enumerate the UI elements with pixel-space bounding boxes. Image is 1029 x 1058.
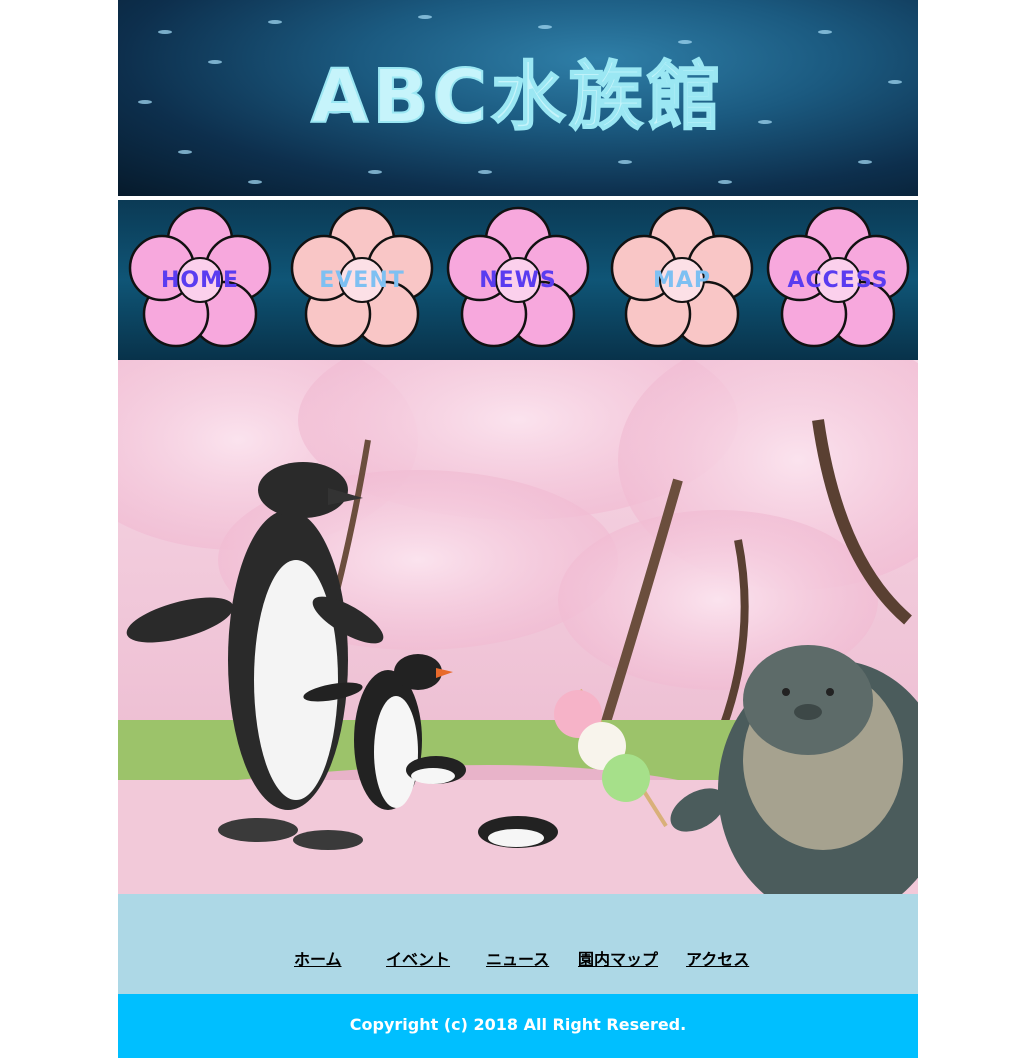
header-banner: ABC水族館 xyxy=(118,0,918,196)
footer-link-home[interactable]: ホーム xyxy=(294,946,342,970)
footer-link-event[interactable]: イベント xyxy=(386,946,450,970)
nav-label-map: MAP xyxy=(652,268,712,293)
footer-link-map[interactable]: 園内マップ xyxy=(578,946,658,970)
site-title: ABC水族館 xyxy=(310,53,725,141)
footer-link-news[interactable]: ニュース xyxy=(486,946,549,970)
footer-nav xyxy=(118,894,918,994)
nav-label-news: NEWS xyxy=(479,268,557,293)
hero-image xyxy=(118,360,918,894)
nav-label-home: HOME xyxy=(160,268,240,293)
page: ABC水族館 HOME EVENT NEWS MAP ACCESS ホーム イベ… xyxy=(118,0,918,1058)
penguins-and-seal-image xyxy=(118,360,918,894)
copyright-text: Copyright (c) 2018 All Right Resered. xyxy=(349,1015,687,1034)
nav-item-map[interactable]: MAP xyxy=(608,206,756,354)
main-nav: HOME EVENT NEWS MAP ACCESS xyxy=(118,200,918,360)
footer-link-access[interactable]: アクセス xyxy=(686,946,749,970)
nav-item-event[interactable]: EVENT xyxy=(288,206,436,354)
nav-label-access: ACCESS xyxy=(787,268,889,293)
nav-item-home[interactable]: HOME xyxy=(126,206,274,354)
nav-label-event: EVENT xyxy=(319,268,405,293)
nav-item-access[interactable]: ACCESS xyxy=(764,206,912,354)
nav-item-news[interactable]: NEWS xyxy=(444,206,592,354)
